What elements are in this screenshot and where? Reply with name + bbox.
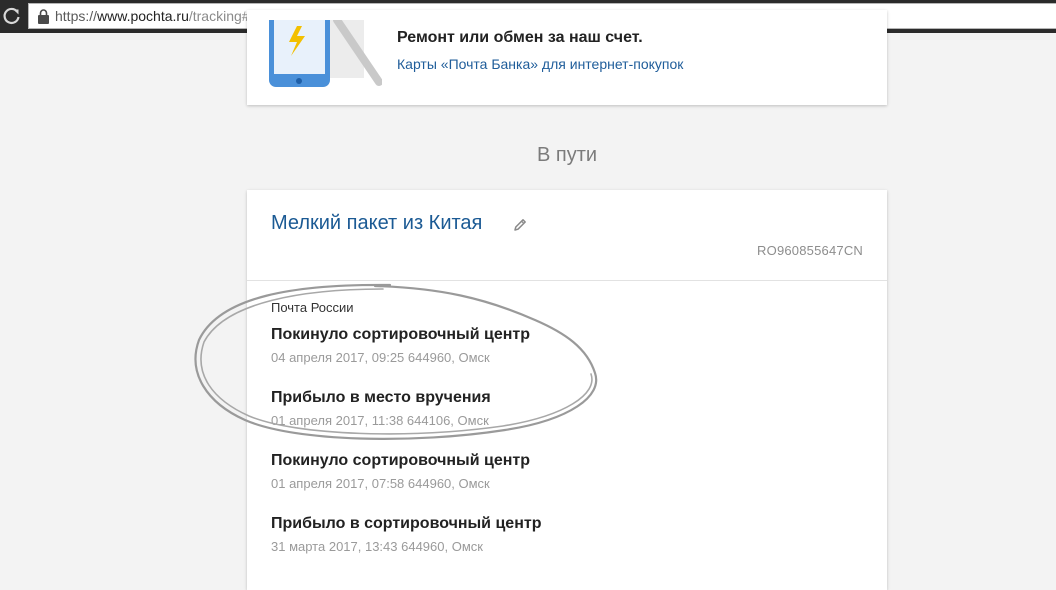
parcel-title: Мелкий пакет из Китая [271,212,483,234]
event-title: Прибыло в сортировочный центр [271,515,542,532]
tracking-event: Прибыло в сортировочный центр 31 марта 2… [271,514,831,555]
url-protocol: https:// [55,8,98,24]
promo-card: Ремонт или обмен за наш счет. Карты «Поч… [247,10,887,105]
track-number: RO960855647CN [757,243,863,258]
tracking-event: Прибыло в место вручения 01 апреля 2017,… [271,388,831,429]
event-title: Прибыло в место вручения [271,389,491,406]
carrier-name: Почта России [271,300,354,315]
phone-card-illustration [269,20,382,87]
promo-heading: Ремонт или обмен за наш счет. [397,29,643,46]
divider [247,280,887,281]
status-section-heading: В пути [536,144,598,166]
event-meta: 31 марта 2017, 13:43 644960, Омск [271,539,483,554]
promo-link-bank-cards[interactable]: Карты «Почта Банка» для интернет-покупок [397,56,683,72]
tracking-event: Покинуло сортировочный центр 01 апреля 2… [271,451,831,492]
event-title: Покинуло сортировочный центр [271,452,530,469]
lock-icon [38,9,49,24]
reload-icon[interactable] [1,5,23,27]
tracking-card: Мелкий пакет из Китая RO960855647CN Почт… [247,190,887,590]
event-title: Покинуло сортировочный центр [271,326,530,343]
edit-pencil-icon[interactable] [513,218,527,232]
event-meta: 01 апреля 2017, 07:58 644960, Омск [271,476,490,491]
tracking-event: Покинуло сортировочный центр 04 апреля 2… [271,325,831,366]
event-meta: 01 апреля 2017, 11:38 644106, Омск [271,413,489,428]
event-meta: 04 апреля 2017, 09:25 644960, Омск [271,350,490,365]
url-host: www.pochta.ru [97,8,189,24]
